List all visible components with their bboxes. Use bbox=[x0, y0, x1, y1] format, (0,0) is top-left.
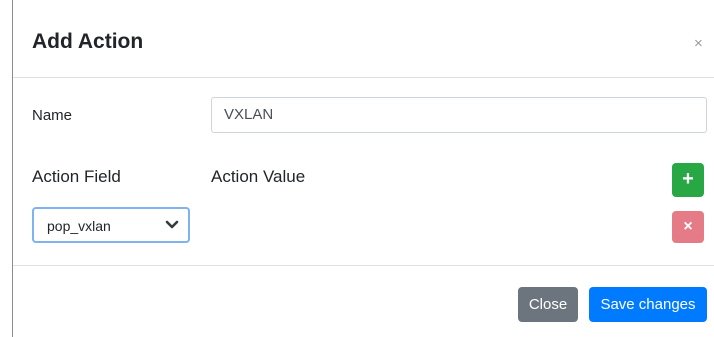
add-action-modal: Add Action × Name VXLAN Action Field Act… bbox=[13, 0, 714, 337]
close-icon[interactable]: × bbox=[694, 34, 703, 54]
action-field-select[interactable]: pop_vxlan bbox=[32, 207, 190, 243]
modal-footer: Close Save changes bbox=[13, 265, 714, 337]
times-icon: × bbox=[683, 218, 693, 235]
save-changes-button[interactable]: Save changes bbox=[589, 287, 707, 322]
plus-icon: + bbox=[682, 168, 694, 190]
chevron-down-icon bbox=[165, 220, 179, 229]
name-label: Name bbox=[32, 107, 73, 124]
delete-row-button[interactable]: × bbox=[672, 211, 704, 243]
add-row-button[interactable]: + bbox=[672, 163, 704, 197]
action-value-header: Action Value bbox=[211, 167, 306, 186]
name-input[interactable]: VXLAN bbox=[211, 97, 707, 133]
modal-header: Add Action × bbox=[13, 0, 714, 78]
action-field-selected-value: pop_vxlan bbox=[47, 218, 111, 234]
page: Add Action × Name VXLAN Action Field Act… bbox=[0, 0, 714, 337]
close-button[interactable]: Close bbox=[518, 287, 578, 322]
modal-title: Add Action bbox=[32, 30, 144, 53]
action-field-header: Action Field bbox=[32, 167, 121, 186]
